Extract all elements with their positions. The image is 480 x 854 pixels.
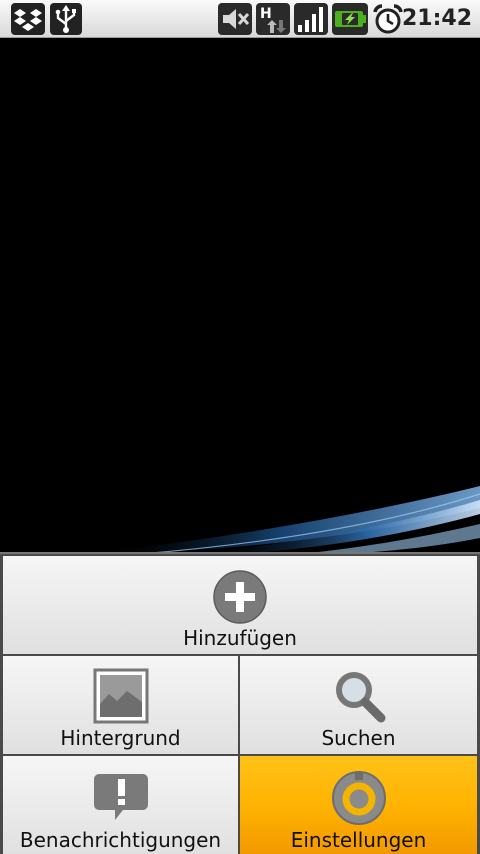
menu-item-wallpaper[interactable]: Hintergrund bbox=[3, 656, 238, 754]
status-time: 21:42 bbox=[401, 6, 472, 31]
search-icon bbox=[331, 668, 387, 728]
menu-item-label: Hinzufügen bbox=[183, 626, 297, 650]
status-bar[interactable]: H 21:42 bbox=[0, 0, 480, 38]
menu-item-add[interactable]: Hinzufügen bbox=[3, 556, 477, 654]
notifications-icon bbox=[93, 772, 149, 826]
hspa-data-icon: H bbox=[256, 3, 290, 35]
wallpaper-icon bbox=[93, 668, 149, 728]
settings-icon bbox=[331, 770, 387, 830]
signal-icon bbox=[294, 3, 328, 35]
menu-item-search[interactable]: Suchen bbox=[240, 656, 477, 754]
mute-icon bbox=[218, 3, 252, 35]
battery-charging-icon bbox=[332, 3, 368, 35]
menu-item-label: Suchen bbox=[321, 726, 396, 750]
add-icon bbox=[213, 570, 267, 628]
menu-item-label: Benachrichtigungen bbox=[19, 828, 222, 852]
alarm-icon bbox=[372, 3, 404, 35]
home-wallpaper[interactable] bbox=[0, 38, 480, 554]
options-menu: Hinzufügen Hintergrund Suchen Benachrich… bbox=[0, 552, 480, 854]
menu-item-settings[interactable]: Einstellungen bbox=[240, 756, 477, 854]
menu-item-notifications[interactable]: Benachrichtigungen bbox=[3, 756, 238, 854]
dropbox-icon bbox=[10, 3, 46, 35]
wallpaper-wave-graphic bbox=[90, 486, 480, 554]
svg-text:H: H bbox=[260, 6, 272, 22]
usb-icon bbox=[50, 3, 82, 35]
menu-item-label: Einstellungen bbox=[290, 828, 427, 852]
menu-item-label: Hintergrund bbox=[60, 726, 181, 750]
